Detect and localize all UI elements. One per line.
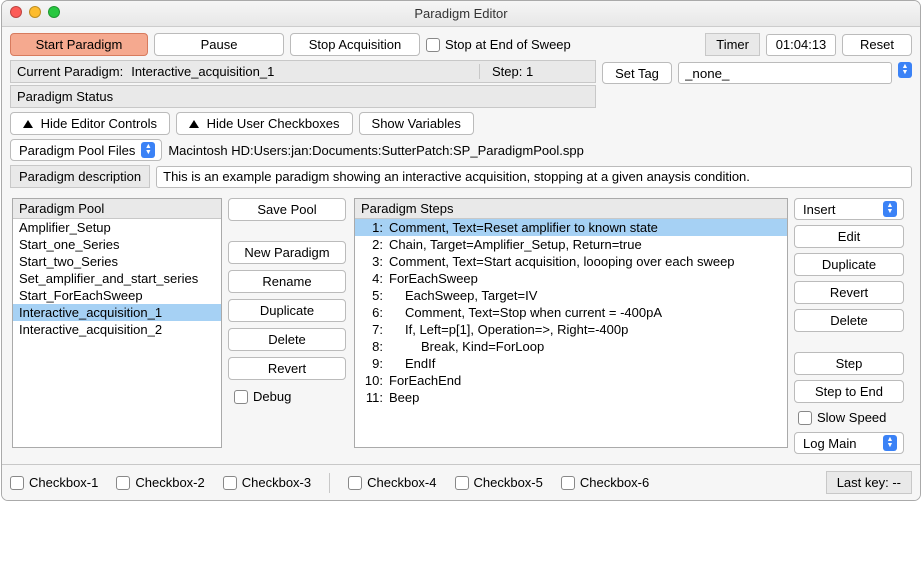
new-paradigm-button[interactable]: New Paradigm bbox=[228, 241, 346, 264]
paradigm-editor-window: Paradigm Editor Start Paradigm Pause Sto… bbox=[1, 0, 921, 501]
checkbox-icon bbox=[234, 390, 248, 404]
reset-button[interactable]: Reset bbox=[842, 34, 912, 56]
delete-step-button[interactable]: Delete bbox=[794, 309, 904, 332]
insert-select[interactable]: Insert ▲▼ bbox=[794, 198, 904, 220]
show-variables-button[interactable]: Show Variables bbox=[359, 112, 474, 135]
duplicate-button[interactable]: Duplicate bbox=[228, 299, 346, 322]
duplicate-step-button[interactable]: Duplicate bbox=[794, 253, 904, 276]
zoom-icon[interactable] bbox=[48, 6, 60, 18]
log-main-select[interactable]: Log Main ▲▼ bbox=[794, 432, 904, 454]
pool-item[interactable]: Interactive_acquisition_1 bbox=[13, 304, 221, 321]
step-button[interactable]: Step bbox=[794, 352, 904, 375]
pool-item[interactable]: Amplifier_Setup bbox=[13, 219, 221, 236]
titlebar: Paradigm Editor bbox=[2, 1, 920, 27]
hide-editor-controls-button[interactable]: Hide Editor Controls bbox=[10, 112, 170, 135]
slow-speed-checkbox[interactable]: Slow Speed bbox=[794, 408, 910, 427]
checkbox-1[interactable]: Checkbox-1 bbox=[10, 475, 98, 490]
delete-button[interactable]: Delete bbox=[228, 328, 346, 351]
description-field[interactable] bbox=[156, 166, 912, 188]
save-pool-button[interactable]: Save Pool bbox=[228, 198, 346, 221]
triangle-up-icon bbox=[23, 120, 33, 128]
checkbox-icon bbox=[426, 38, 440, 52]
revert-step-button[interactable]: Revert bbox=[794, 281, 904, 304]
stop-end-sweep-checkbox[interactable]: Stop at End of Sweep bbox=[426, 37, 571, 52]
main-area: Paradigm Pool Amplifier_SetupStart_one_S… bbox=[10, 192, 912, 456]
pool-item[interactable]: Set_amplifier_and_start_series bbox=[13, 270, 221, 287]
window-controls bbox=[10, 6, 60, 18]
edit-step-button[interactable]: Edit bbox=[794, 225, 904, 248]
checkbox-icon bbox=[798, 411, 812, 425]
rename-button[interactable]: Rename bbox=[228, 270, 346, 293]
checkbox-2[interactable]: Checkbox-2 bbox=[116, 475, 204, 490]
chevron-updown-icon: ▲▼ bbox=[141, 142, 155, 158]
pool-item[interactable]: Start_ForEachSweep bbox=[13, 287, 221, 304]
pool-button-column: Save Pool New Paradigm Rename Duplicate … bbox=[228, 198, 348, 454]
step-row[interactable]: 6:Comment, Text=Stop when current = -400… bbox=[355, 304, 787, 321]
stop-acquisition-button[interactable]: Stop Acquisition bbox=[290, 33, 420, 56]
step-row[interactable]: 2:Chain, Target=Amplifier_Setup, Return=… bbox=[355, 236, 787, 253]
bottom-bar: Checkbox-1 Checkbox-2 Checkbox-3 Checkbo… bbox=[2, 464, 920, 500]
revert-button[interactable]: Revert bbox=[228, 357, 346, 380]
description-label: Paradigm description bbox=[10, 165, 150, 188]
paradigm-steps-header: Paradigm Steps bbox=[355, 199, 787, 219]
step-row[interactable]: 11:Beep bbox=[355, 389, 787, 406]
pause-button[interactable]: Pause bbox=[154, 33, 284, 56]
minimize-icon[interactable] bbox=[29, 6, 41, 18]
window-title: Paradigm Editor bbox=[414, 6, 507, 21]
checkbox-3[interactable]: Checkbox-3 bbox=[223, 475, 311, 490]
hide-user-checkboxes-button[interactable]: Hide User Checkboxes bbox=[176, 112, 353, 135]
checkbox-4[interactable]: Checkbox-4 bbox=[348, 475, 436, 490]
timer-value: 01:04:13 bbox=[766, 34, 836, 56]
paradigm-status-bar: Paradigm Status bbox=[10, 85, 596, 108]
current-paradigm-bar: Current Paradigm: Interactive_acquisitio… bbox=[10, 60, 596, 83]
step-button-column: Insert ▲▼ Edit Duplicate Revert Delete S… bbox=[794, 198, 910, 454]
close-icon[interactable] bbox=[10, 6, 22, 18]
step-row[interactable]: 7:If, Left=p[1], Operation=>, Right=-400… bbox=[355, 321, 787, 338]
last-key-display: Last key: -- bbox=[826, 471, 912, 494]
paradigm-pool-header: Paradigm Pool bbox=[13, 199, 221, 219]
pool-item[interactable]: Start_one_Series bbox=[13, 236, 221, 253]
tag-input[interactable] bbox=[678, 62, 892, 84]
chevron-updown-icon: ▲▼ bbox=[883, 201, 897, 217]
paradigm-steps-list[interactable]: Paradigm Steps 1:Comment, Text=Reset amp… bbox=[354, 198, 788, 448]
paradigm-pool-list[interactable]: Paradigm Pool Amplifier_SetupStart_one_S… bbox=[12, 198, 222, 448]
timer-label: Timer bbox=[705, 33, 760, 56]
step-row[interactable]: 8:Break, Kind=ForLoop bbox=[355, 338, 787, 355]
start-paradigm-button[interactable]: Start Paradigm bbox=[10, 33, 148, 56]
set-tag-button[interactable]: Set Tag bbox=[602, 62, 672, 84]
paradigm-pool-files-select[interactable]: Paradigm Pool Files ▲▼ bbox=[10, 139, 162, 161]
top-toolbar: Start Paradigm Pause Stop Acquisition St… bbox=[10, 33, 912, 56]
step-row[interactable]: 4:ForEachSweep bbox=[355, 270, 787, 287]
checkbox-5[interactable]: Checkbox-5 bbox=[455, 475, 543, 490]
step-row[interactable]: 5:EachSweep, Target=IV bbox=[355, 287, 787, 304]
debug-checkbox[interactable]: Debug bbox=[228, 386, 348, 407]
pool-item[interactable]: Start_two_Series bbox=[13, 253, 221, 270]
checkbox-6[interactable]: Checkbox-6 bbox=[561, 475, 649, 490]
current-paradigm-name: Interactive_acquisition_1 bbox=[131, 64, 274, 79]
pool-file-path: Macintosh HD:Users:jan:Documents:SutterP… bbox=[168, 143, 583, 158]
step-to-end-button[interactable]: Step to End bbox=[794, 380, 904, 403]
chevron-updown-icon: ▲▼ bbox=[883, 435, 897, 451]
pool-item[interactable]: Interactive_acquisition_2 bbox=[13, 321, 221, 338]
current-step: Step: 1 bbox=[479, 64, 589, 79]
tag-dropdown-icon[interactable]: ▲▼ bbox=[898, 62, 912, 78]
triangle-up-icon bbox=[189, 120, 199, 128]
step-row[interactable]: 9:EndIf bbox=[355, 355, 787, 372]
step-row[interactable]: 10:ForEachEnd bbox=[355, 372, 787, 389]
step-row[interactable]: 3:Comment, Text=Start acquisition, looop… bbox=[355, 253, 787, 270]
step-row[interactable]: 1:Comment, Text=Reset amplifier to known… bbox=[355, 219, 787, 236]
